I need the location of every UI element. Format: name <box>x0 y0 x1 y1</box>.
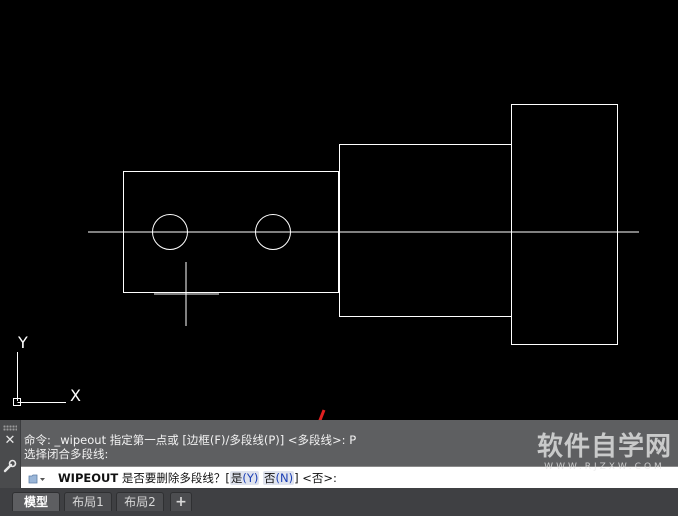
option-no[interactable]: 否(N) <box>263 471 295 485</box>
ucs-axis-icon <box>13 352 66 406</box>
grip-handle-icon[interactable] <box>3 425 17 431</box>
tab-layout2[interactable]: 布局2 <box>116 492 164 511</box>
watermark-url: WWW.RJZXW.COM <box>544 462 665 472</box>
option-yes-key: (Y) <box>242 471 259 485</box>
tab-model[interactable]: 模型 <box>12 492 60 511</box>
command-panel-sidebar: ✕ <box>0 420 21 488</box>
command-name: WIPEOUT <box>58 471 119 485</box>
command-dropdown-icon[interactable] <box>28 471 46 485</box>
watermark-logo: 软件自学网 WWW.RJZXW.COM <box>537 432 672 472</box>
close-icon[interactable]: ✕ <box>4 434 16 448</box>
middle-rectangle[interactable] <box>339 144 512 317</box>
option-no-key: (N) <box>275 471 294 485</box>
command-prompt-text: WIPEOUT 是否要删除多段线？[是(Y) 否(N)] <否>: <box>58 471 337 485</box>
right-rectangle[interactable] <box>511 104 618 345</box>
watermark-title: 软件自学网 <box>536 432 672 462</box>
drawing-canvas[interactable]: Y X <box>0 0 678 420</box>
option-no-label: 否 <box>264 471 276 485</box>
command-question: 是否要删除多段线？[ <box>121 471 230 485</box>
annotation-arrow-icon <box>318 409 326 420</box>
ucs-y-label: Y <box>18 333 28 352</box>
option-yes[interactable]: 是(Y) <box>229 471 260 485</box>
command-tail: ] <否>: <box>294 471 337 485</box>
add-layout-button[interactable]: + <box>170 492 192 511</box>
ucs-x-label: X <box>70 386 81 405</box>
tab-layout1[interactable]: 布局1 <box>64 492 112 511</box>
crosshair-cursor-icon <box>154 262 219 326</box>
wrench-icon[interactable] <box>3 458 17 473</box>
command-history-line-1: 命令: _wipeout 指定第一点或 [边框(F)/多段线(P)] <多段线>… <box>24 433 357 447</box>
layout-tab-bar: 模型 布局1 布局2 + <box>0 488 678 516</box>
command-history-line-2: 选择闭合多段线: <box>24 447 109 461</box>
drawing-svg[interactable] <box>0 0 678 420</box>
option-yes-label: 是 <box>230 471 243 485</box>
